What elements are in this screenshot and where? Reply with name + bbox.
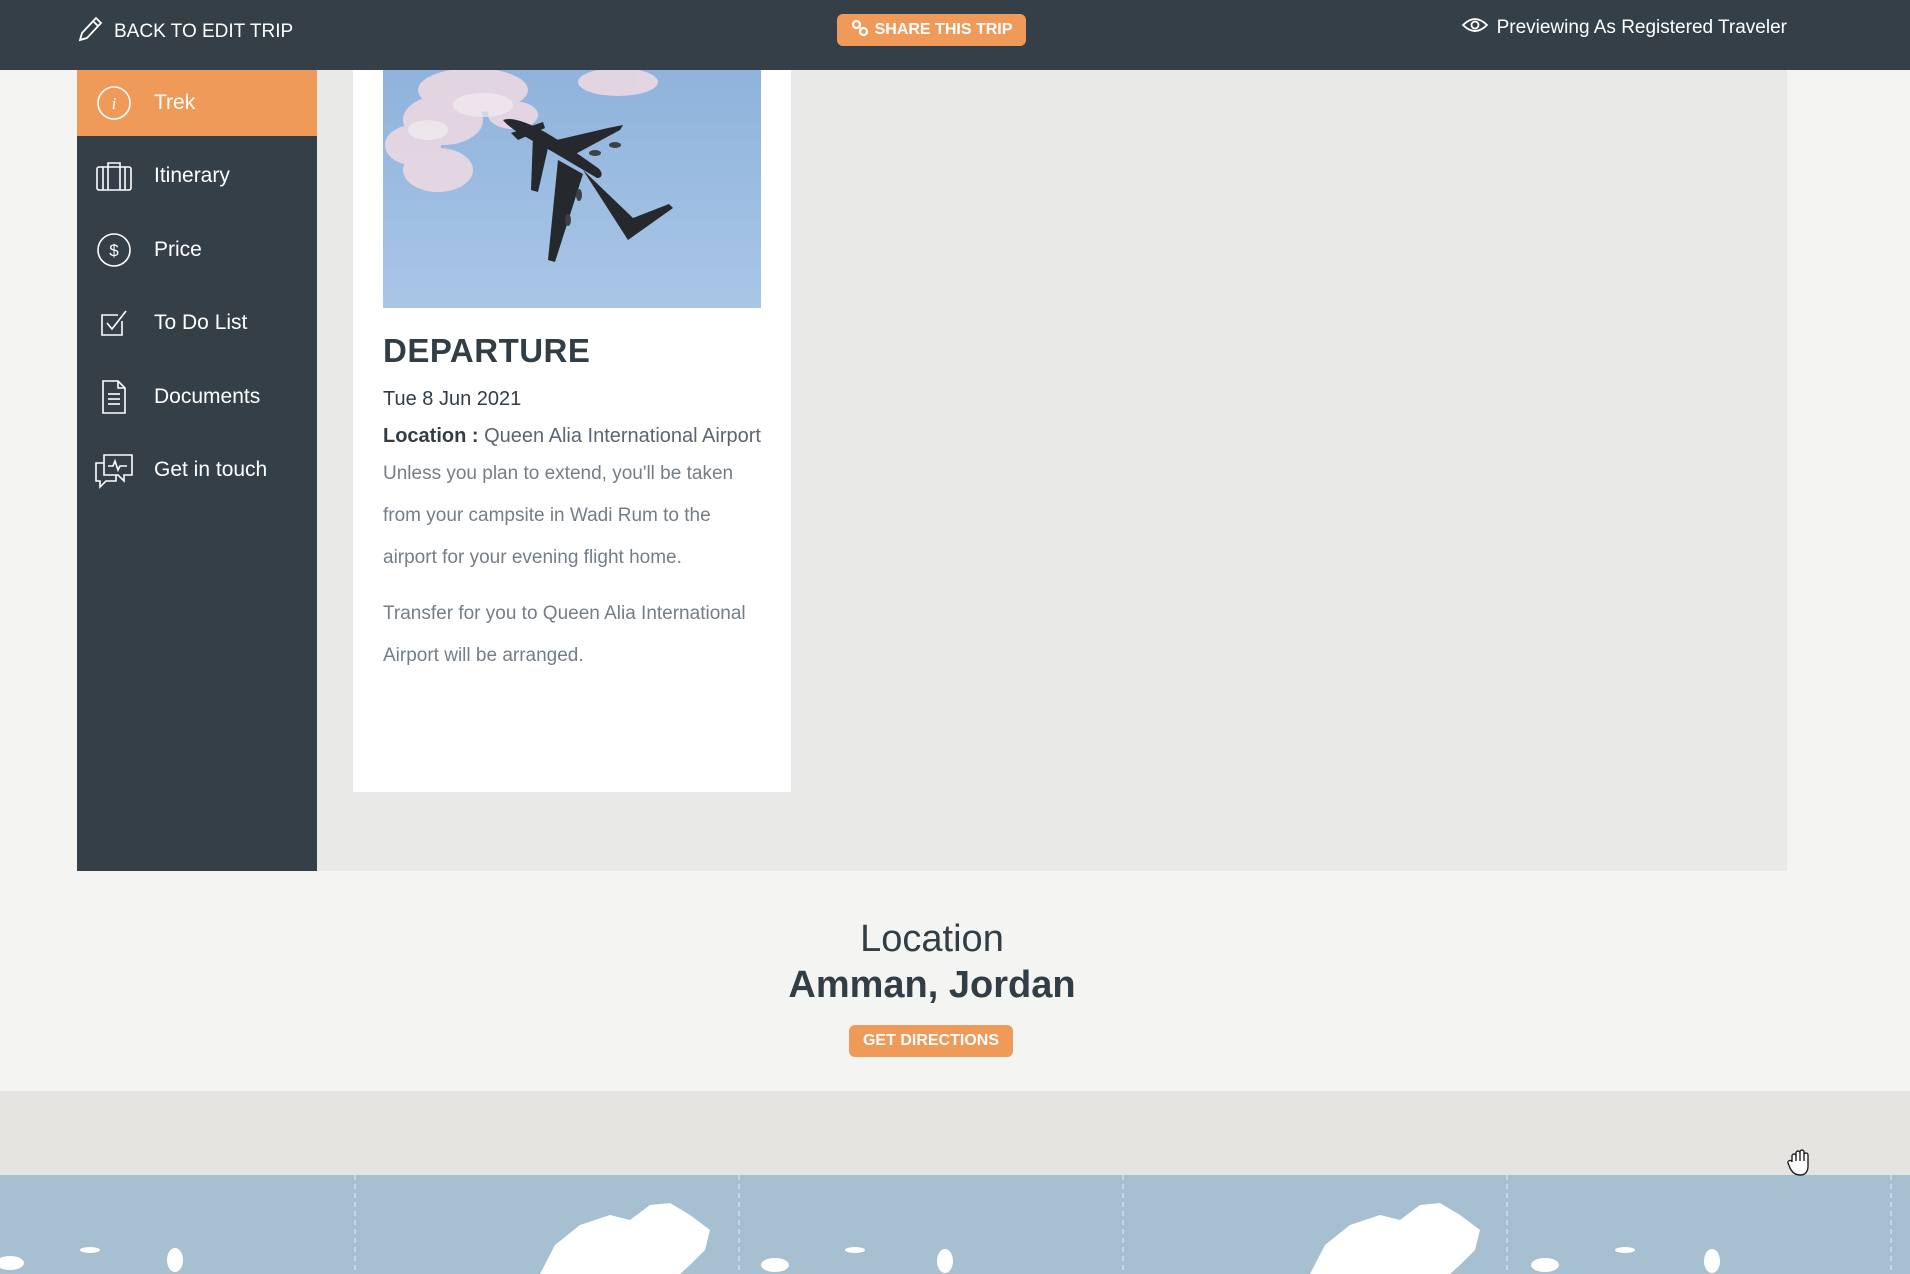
card-title: DEPARTURE — [383, 332, 591, 369]
preview-mode-label: Previewing As Registered Traveler — [1496, 17, 1787, 38]
sidebar-item-label: Documents — [154, 385, 261, 408]
svg-text:i: i — [112, 94, 117, 113]
sidebar-nav: i Trek Itinerary $ Price To Do List Docu… — [77, 70, 317, 871]
sidebar-item-label: Price — [154, 238, 202, 261]
sidebar-item-itinerary[interactable]: Itinerary — [77, 143, 317, 209]
card-description: Unless you plan to extend, you'll be tak… — [383, 463, 734, 568]
back-to-edit-trip-link[interactable]: BACK TO EDIT TRIP — [76, 14, 293, 50]
preview-mode-indicator: Previewing As Registered Traveler — [1461, 15, 1787, 41]
sidebar-item-label: Trek — [154, 91, 196, 114]
map-land-area[interactable] — [0, 1091, 1910, 1175]
sidebar-item-trek[interactable]: i Trek — [77, 70, 317, 136]
location-city: Amman, Jordan — [788, 964, 1076, 1006]
card-location: Location : Queen Alia International Airp… — [383, 425, 761, 448]
sidebar-item-todo[interactable]: To Do List — [77, 290, 317, 356]
sidebar-item-documents[interactable]: Documents — [77, 364, 317, 430]
info-icon: i — [94, 83, 134, 123]
sidebar-item-label: Itinerary — [154, 164, 230, 187]
sidebar-item-label: Get in touch — [154, 458, 268, 481]
link-icon — [851, 19, 869, 42]
eye-icon — [1461, 15, 1489, 41]
checkbox-icon — [94, 303, 134, 343]
card-transfer-note: Transfer for you to Queen Alia Internati… — [383, 603, 746, 666]
back-to-edit-trip-label: BACK TO EDIT TRIP — [114, 21, 294, 42]
location-value: Queen Alia International Airport — [484, 425, 761, 447]
top-bar: BACK TO EDIT TRIP SHARE THIS TRIP Previe… — [0, 0, 1910, 70]
get-directions-button[interactable]: GET DIRECTIONS — [849, 1025, 1013, 1057]
svg-text:$: $ — [109, 241, 119, 260]
sidebar-item-label: To Do List — [154, 311, 248, 334]
content-panel — [77, 70, 1787, 871]
location-label: Location : — [383, 425, 479, 447]
suitcase-icon — [94, 156, 134, 196]
pencil-icon — [76, 14, 104, 50]
chat-icon — [94, 450, 134, 490]
dollar-icon: $ — [94, 230, 134, 270]
sidebar-item-get-in-touch[interactable]: Get in touch — [77, 437, 317, 503]
card-date: Tue 8 Jun 2021 — [383, 388, 522, 410]
location-heading: Location — [860, 918, 1004, 960]
hand-cursor-icon — [1786, 1148, 1814, 1183]
airplane-photo — [383, 70, 761, 308]
share-trip-label: SHARE THIS TRIP — [874, 21, 1013, 38]
document-icon — [94, 377, 134, 417]
sidebar-item-price[interactable]: $ Price — [77, 217, 317, 283]
map-view[interactable] — [0, 1175, 1910, 1274]
share-trip-button[interactable]: SHARE THIS TRIP — [837, 14, 1026, 46]
departure-card: DEPARTURE Tue 8 Jun 2021 Location : Quee… — [353, 70, 791, 792]
